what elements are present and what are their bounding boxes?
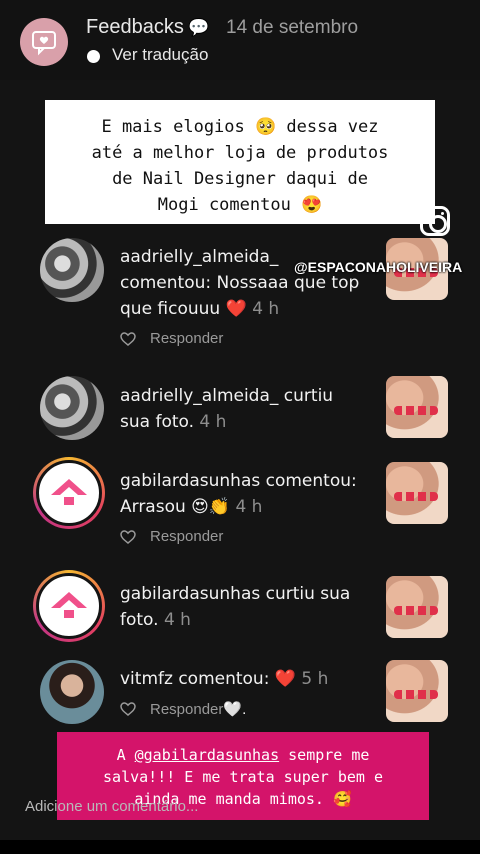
heart-outline-icon[interactable]	[120, 702, 136, 716]
highlight-title[interactable]: Feedbacks	[86, 16, 184, 39]
see-translation-link[interactable]: Ver tradução	[112, 45, 208, 65]
reply-button[interactable]: Responder 🤍.	[120, 700, 246, 718]
caption-line: de Nail Designer daqui de	[112, 169, 368, 189]
avatar[interactable]	[40, 660, 104, 724]
chat-heart-icon	[32, 31, 56, 56]
notification-text: gabilardasunhas comentou: Arrasou 😍👏 4 h	[120, 471, 357, 517]
caption-line: Mogi comentou 😍	[157, 195, 323, 215]
heart-outline-icon[interactable]	[120, 529, 136, 544]
speech-bubble-icon: 💬	[188, 18, 210, 37]
caption-line: E mais elogios 🥺 dessa vez	[101, 117, 379, 137]
post-date: 14 de setembro	[226, 17, 359, 38]
heart-outline-icon[interactable]	[120, 331, 136, 346]
caption-line: até a melhor loja de produtos	[91, 143, 389, 163]
translate-dot-icon	[87, 50, 100, 63]
brand-logo-icon	[51, 592, 87, 618]
post-thumbnail[interactable]	[386, 462, 448, 524]
brand-logo-icon	[51, 479, 87, 505]
reply-button[interactable]: Responder	[120, 330, 223, 347]
avatar[interactable]	[40, 238, 104, 302]
avatar[interactable]	[33, 457, 105, 529]
profile-avatar[interactable]	[20, 18, 68, 66]
post-thumbnail[interactable]	[386, 660, 448, 722]
mention-link[interactable]: @gabilardasunhas	[135, 746, 280, 764]
bottom-bar	[0, 840, 480, 854]
avatar[interactable]	[40, 376, 104, 440]
reply-button[interactable]: Responder	[120, 528, 223, 545]
comment-input[interactable]: Adicione um comentário...	[25, 798, 198, 815]
post-thumbnail[interactable]	[386, 576, 448, 638]
story-header: Feedbacks 💬 14 de setembro Ver tradução	[0, 0, 480, 80]
notification-text: gabilardasunhas curtiu sua foto. 4 h	[120, 584, 351, 630]
story-caption: E mais elogios 🥺 dessa vez até a melhor …	[45, 100, 435, 224]
heart-icon: ❤️	[225, 299, 247, 319]
watermark: @ESPACONAHOLIVEIRA	[294, 259, 463, 275]
heart-icon: ❤️	[274, 669, 297, 689]
instagram-icon	[420, 206, 450, 236]
notification-text: aadrielly_almeida_ curtiu sua foto. 4 h	[120, 386, 334, 432]
post-thumbnail[interactable]	[386, 376, 448, 438]
avatar[interactable]	[33, 570, 105, 642]
notification-text: vitmfz comentou: ❤️ 5 h	[120, 669, 329, 689]
notification-text: aadrielly_almeida_ comentou: Nossaaa que…	[120, 247, 360, 319]
white-heart-icon: 🤍.	[223, 701, 247, 718]
